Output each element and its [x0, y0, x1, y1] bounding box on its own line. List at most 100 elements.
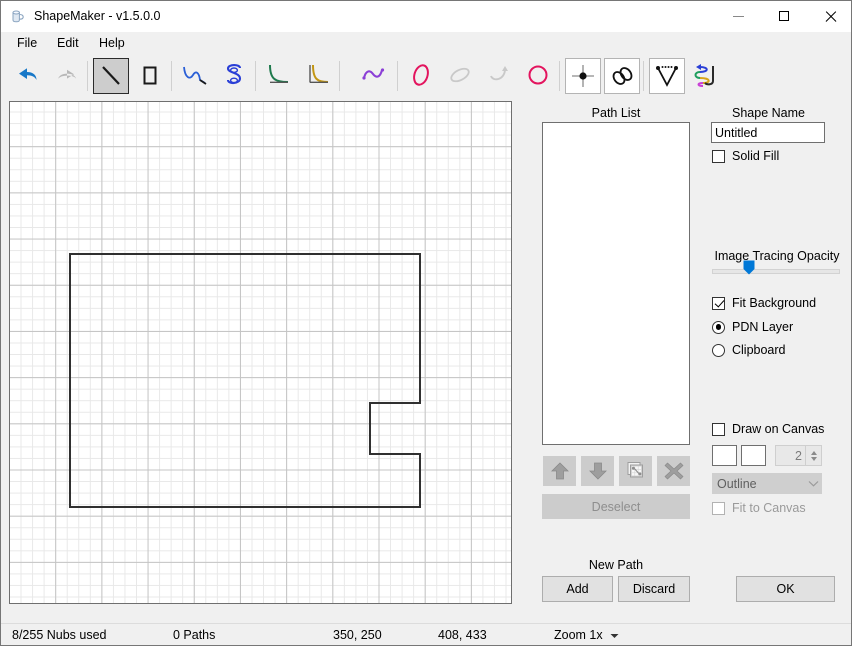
edit-path-button[interactable] — [619, 456, 652, 486]
edit-path-icon — [627, 462, 643, 478]
polyline-tool-button[interactable] — [177, 58, 213, 94]
path-list-label: Path List — [591, 106, 641, 120]
chevron-up-icon[interactable] — [810, 450, 817, 455]
nub-snap-icon — [572, 65, 594, 87]
pdn-layer-radio[interactable]: PDN Layer — [712, 320, 793, 334]
close-icon — [824, 10, 836, 22]
curve-green-tool-icon — [269, 64, 289, 83]
shapemaker-window: ShapeMaker - v1.5.0.0 File Edit Help Pat… — [0, 0, 852, 646]
draw-on-canvas-label: Draw on Canvas — [732, 422, 825, 436]
discard-path-button[interactable]: Discard — [618, 576, 690, 602]
fit-to-canvas-label: Fit to Canvas — [732, 501, 806, 515]
spline-tool-button[interactable] — [216, 58, 252, 94]
secondary-color-swatch[interactable] — [741, 445, 766, 466]
title-bar: ShapeMaker - v1.5.0.0 — [1, 1, 851, 32]
toolbar-separator — [339, 61, 340, 91]
ellipse-tool-button[interactable] — [403, 58, 439, 94]
toolbar-separator — [171, 61, 172, 91]
clipboard-radio[interactable]: Clipboard — [712, 343, 786, 357]
slider-thumb[interactable] — [743, 260, 755, 275]
status-bar: 8/255 Nubs used 0 Paths 350, 250 408, 43… — [1, 623, 851, 645]
freehand-tool-button[interactable] — [357, 58, 393, 94]
image-tracing-opacity-slider[interactable] — [712, 260, 840, 275]
show-nubs-button[interactable] — [649, 58, 685, 94]
ok-button[interactable]: OK — [736, 576, 835, 602]
freehand-tool-icon — [362, 68, 385, 80]
link-nubs-button[interactable] — [604, 58, 640, 94]
chevron-down-icon[interactable] — [804, 480, 822, 487]
draw-mode-value: Outline — [717, 476, 757, 491]
draw-on-canvas-checkbox[interactable]: Draw on Canvas — [712, 422, 824, 436]
shape-name-input[interactable] — [711, 122, 825, 143]
circle-tool-icon — [528, 65, 548, 85]
brush-width-stepper[interactable]: 2 — [775, 445, 822, 466]
polyline-tool-icon — [183, 66, 207, 85]
radio-icon — [712, 343, 725, 357]
arrow-up-icon — [550, 462, 569, 480]
checkbox-icon — [712, 149, 725, 163]
status-nubs-used: 8/255 Nubs used — [12, 628, 107, 642]
deselect-button[interactable]: Deselect — [542, 494, 690, 519]
draw-mode-select[interactable]: Outline — [712, 473, 822, 494]
checkbox-icon — [712, 422, 725, 436]
delete-x-icon — [664, 462, 683, 480]
line-tool-button[interactable] — [93, 58, 129, 94]
reverse-path-button[interactable] — [688, 58, 724, 94]
status-coordinate-secondary: 408, 433 — [438, 628, 487, 642]
rotated-ellipse-tool-button[interactable] — [442, 58, 478, 94]
menu-item-edit[interactable]: Edit — [49, 32, 87, 54]
maximize-button[interactable] — [761, 1, 807, 31]
quadratic-curve-tool-button[interactable] — [300, 58, 336, 94]
toolbar-separator — [87, 61, 88, 91]
cubic-curve-tool-button[interactable] — [261, 58, 297, 94]
slider-track — [712, 269, 840, 274]
shape-name-label: Shape Name — [732, 106, 805, 120]
add-path-button[interactable]: Add — [542, 576, 613, 602]
zoom-selector[interactable]: Zoom 1x — [554, 628, 619, 642]
circle-tool-button[interactable] — [520, 58, 556, 94]
minimize-icon — [732, 15, 744, 17]
checkbox-checked-icon — [712, 296, 725, 310]
menu-bar: File Edit Help — [1, 32, 851, 54]
toolbar-separator — [255, 61, 256, 91]
spline-tool-icon — [226, 64, 242, 85]
fit-background-label: Fit Background — [732, 296, 817, 310]
stepper-arrows[interactable] — [805, 446, 821, 465]
toolbar-separator — [559, 61, 560, 91]
solid-fill-checkbox[interactable]: Solid Fill — [712, 149, 779, 163]
close-button[interactable] — [807, 1, 851, 31]
minimize-button[interactable] — [715, 1, 761, 31]
status-path-count: 0 Paths — [173, 628, 216, 642]
checkbox-icon — [712, 501, 725, 515]
ellipse-rotate-tool-icon — [450, 67, 470, 83]
arrow-down-icon — [588, 462, 607, 480]
redo-icon — [58, 69, 77, 79]
delete-path-button[interactable] — [657, 456, 690, 486]
path-list-box[interactable] — [542, 122, 690, 445]
ellipse-tool-icon — [413, 64, 429, 86]
pdn-layer-label: PDN Layer — [732, 320, 794, 334]
menu-item-help[interactable]: Help — [91, 32, 133, 54]
menu-item-file[interactable]: File — [9, 32, 45, 54]
arc-tool-icon — [490, 66, 508, 81]
fit-background-checkbox[interactable]: Fit Background — [712, 296, 816, 310]
app-shape-icon — [10, 8, 27, 25]
primary-color-swatch[interactable] — [712, 445, 737, 466]
toolbar-separator — [397, 61, 398, 91]
move-path-up-button[interactable] — [543, 456, 576, 486]
brush-width-value: 2 — [795, 448, 802, 463]
arc-tool-button[interactable] — [481, 58, 517, 94]
window-title: ShapeMaker - v1.5.0.0 — [34, 9, 161, 23]
chevron-down-icon[interactable] — [810, 456, 817, 461]
rectangle-tool-button[interactable] — [132, 58, 168, 94]
nub-snap-button[interactable] — [565, 58, 601, 94]
drawing-canvas[interactable] — [9, 101, 512, 604]
line-tool-icon — [102, 66, 120, 85]
redo-button[interactable] — [49, 58, 85, 94]
fit-to-canvas-checkbox[interactable]: Fit to Canvas — [712, 501, 806, 515]
move-path-down-button[interactable] — [581, 456, 614, 486]
chevron-down-icon[interactable] — [610, 628, 619, 642]
curve-yellow-tool-icon — [309, 64, 329, 83]
undo-button[interactable] — [9, 58, 45, 94]
image-tracing-opacity-label: Image Tracing Opacity — [714, 249, 840, 263]
